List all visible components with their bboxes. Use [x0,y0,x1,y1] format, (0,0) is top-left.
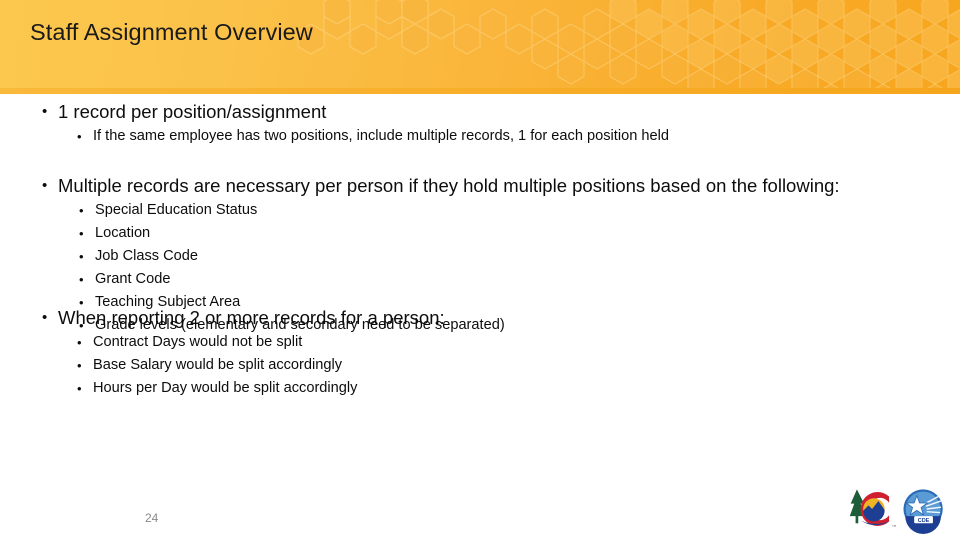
slide: Staff Assignment Overview • 1 record per… [0,0,960,540]
sub-bullet-item: • Hours per Day would be split according… [77,377,901,400]
sub-bullet-text: Job Class Code [95,248,199,264]
bullet-glyph-icon: • [77,335,82,350]
bullet-glyph-icon: • [42,103,48,120]
bullet-list-level2: • Contract Days would not be split • Bas… [77,331,901,400]
bullet-text: 1 record per position/assignment [58,101,327,122]
sub-bullet-text: If the same employee has two positions, … [93,128,669,144]
bullet-text: Multiple records are necessary per perso… [58,175,840,196]
sub-bullet-text: Base Salary would be split accordingly [93,357,343,373]
bullet-glyph-icon: • [77,381,82,396]
bullet-glyph-icon: • [77,129,82,144]
sub-bullet-item: • Base Salary would be split accordingly [77,354,901,377]
slide-body: • 1 record per position/assignment • If … [0,94,960,540]
sub-bullet-item: • Job Class Code [79,245,849,268]
bullet-glyph-icon: • [42,177,48,194]
slide-header: Staff Assignment Overview [0,0,960,88]
slide-number: 24 [145,511,159,525]
cde-logo-label: CDE [918,518,930,524]
content-block-3: • When reporting 2 or more records for a… [41,306,901,400]
bullet-item: • When reporting 2 or more records for a… [41,306,901,329]
sub-bullet-item: • Location [79,222,849,245]
bullet-item: • Multiple records are necessary per per… [41,174,849,197]
content-block-1: • 1 record per position/assignment • If … [41,100,901,148]
slide-title: Staff Assignment Overview [30,19,313,45]
sub-bullet-item: • If the same employee has two positions… [77,125,901,148]
bullet-glyph-icon: • [79,203,84,218]
sub-bullet-text: Grant Code [95,271,171,287]
bullet-glyph-icon: • [42,309,48,326]
bullet-item: • 1 record per position/assignment [41,100,901,123]
bullet-glyph-icon: • [77,358,82,373]
sub-bullet-text: Contract Days would not be split [93,334,303,350]
sub-bullet-item: • Special Education Status [79,199,849,222]
bullet-glyph-icon: • [79,226,84,241]
sub-bullet-text: Location [95,225,151,241]
bullet-list-level1: • 1 record per position/assignment [41,100,901,123]
bullet-list-level1: • Multiple records are necessary per per… [41,174,849,197]
sub-bullet-text: Hours per Day would be split accordingly [93,380,358,396]
colorado-state-logo-icon: ™ [849,489,896,529]
sub-bullet-item: • Contract Days would not be split [77,331,901,354]
footer-logos: ™ CDE [846,484,954,534]
bullet-list-level2: • If the same employee has two positions… [77,125,901,148]
sub-bullet-text: Special Education Status [95,202,258,218]
bullet-text: When reporting 2 or more records for a p… [58,307,445,328]
bullet-glyph-icon: • [79,272,84,287]
bullet-list-level1: • When reporting 2 or more records for a… [41,306,901,329]
cde-logo-icon: CDE [903,489,943,534]
bullet-glyph-icon: • [79,249,84,264]
sub-bullet-item: • Grant Code [79,268,849,291]
